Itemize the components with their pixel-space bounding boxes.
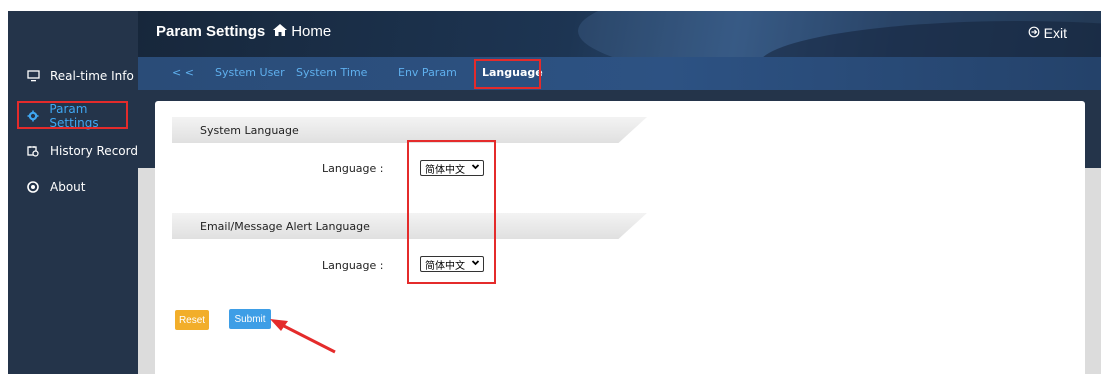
system-language-value: 简体中文	[425, 164, 465, 176]
sidebar-item-label: Real-time Info	[50, 69, 134, 83]
tab-system-time[interactable]: System Time	[296, 66, 367, 79]
tab-env-param[interactable]: Env Param	[398, 66, 457, 79]
sidebar-item-about[interactable]: About	[8, 174, 138, 200]
sidebar-item-label: History Record	[50, 144, 138, 158]
breadcrumb-home[interactable]: Home	[291, 23, 331, 40]
chevron-down-icon	[471, 162, 480, 174]
exit-button[interactable]: Exit	[1028, 25, 1067, 41]
section-header-alert-language: Email/Message Alert Language	[172, 213, 647, 239]
sidebar: Real-time Info Param Settings History Re…	[8, 11, 138, 374]
reset-button[interactable]: Reset	[175, 310, 209, 330]
page-title-text: Param Settings	[156, 23, 266, 40]
sidebar-item-realtime-info[interactable]: Real-time Info	[8, 63, 138, 89]
exit-icon	[1028, 25, 1040, 41]
alert-language-value: 简体中文	[425, 260, 465, 272]
sidebar-item-label: About	[50, 180, 86, 194]
annotation-arrow-icon	[270, 319, 336, 354]
app-frame: Real-time Info Param Settings History Re…	[0, 0, 1101, 374]
sidebar-item-history-record[interactable]: History Record	[8, 138, 138, 164]
section-title: Email/Message Alert Language	[200, 219, 370, 233]
history-icon	[22, 145, 44, 157]
tab-back[interactable]: < <	[172, 66, 194, 79]
header-bar: Param Settings Home Exit	[138, 11, 1101, 57]
system-language-select[interactable]: 简体中文	[420, 160, 484, 176]
page-title: Param Settings Home	[156, 23, 331, 40]
gear-icon	[22, 110, 43, 122]
info-circle-icon	[22, 181, 44, 193]
exit-label: Exit	[1043, 25, 1067, 41]
chevron-down-icon	[471, 258, 480, 270]
tab-language[interactable]: Language	[482, 66, 543, 79]
sidebar-item-param-settings[interactable]: Param Settings	[8, 102, 138, 130]
tab-system-user[interactable]: System User	[215, 66, 285, 79]
section-title: System Language	[200, 123, 299, 137]
monitor-icon	[22, 70, 44, 82]
system-language-label: Language :	[322, 162, 384, 175]
home-icon	[273, 23, 288, 40]
sidebar-item-label: Param Settings	[49, 102, 99, 130]
alert-language-label: Language :	[322, 259, 384, 272]
tab-bar: < < System User System Time Env Param La…	[138, 57, 1101, 90]
section-header-system-language: System Language	[172, 117, 647, 143]
alert-language-select[interactable]: 简体中文	[420, 256, 484, 272]
